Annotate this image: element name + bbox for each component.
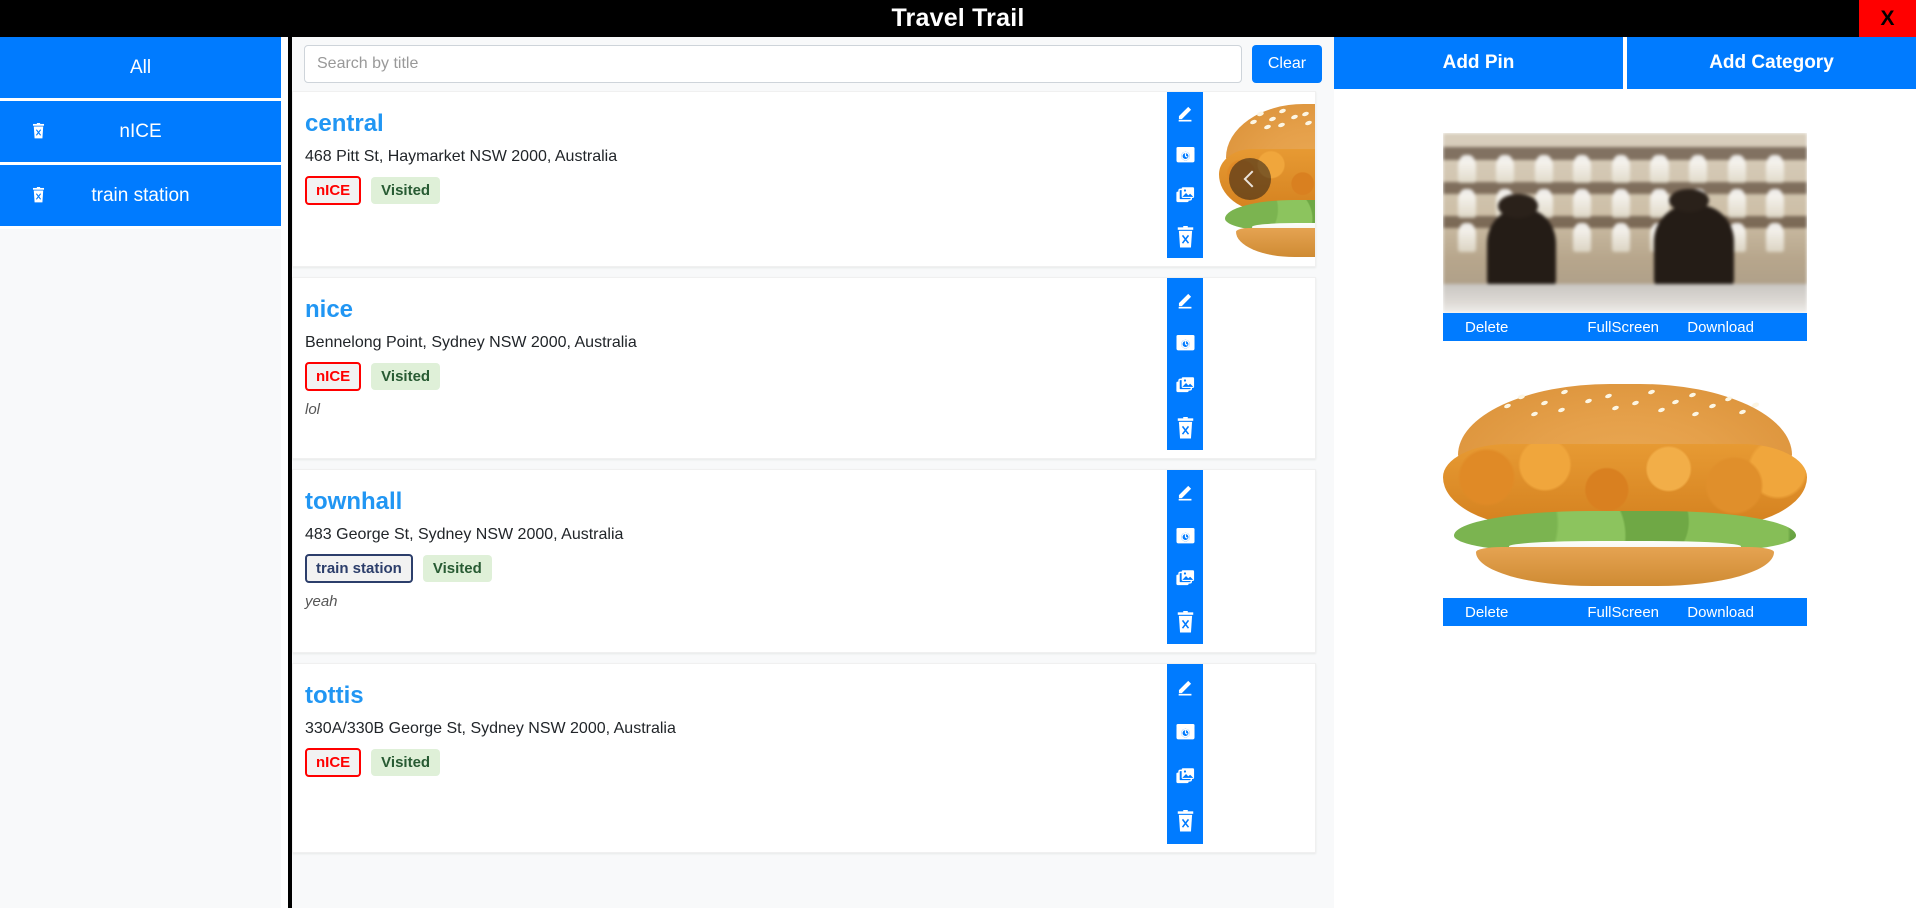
pin-action-rail: [1167, 470, 1203, 644]
pin-visited-badge: Visited: [371, 177, 441, 204]
photo-gallery: Delete FullScreen Download Delete FullScreen…: [1334, 89, 1916, 626]
sidebar-category-train-station[interactable]: train station: [0, 165, 281, 229]
gallery-delete-button[interactable]: Delete: [1443, 598, 1563, 626]
gallery-card-actions: Delete FullScreen Download: [1443, 598, 1807, 626]
clear-search-button[interactable]: Clear: [1252, 45, 1322, 83]
pin-edit-icon[interactable]: [1167, 92, 1203, 134]
pin-address: 330A/330B George St, Sydney NSW 2000, Au…: [305, 720, 676, 737]
pin-edit-icon[interactable]: [1167, 470, 1203, 514]
burger-illustration: [1443, 368, 1807, 598]
carousel-prev-icon[interactable]: [1229, 158, 1271, 200]
sidebar-category-label: nICE: [119, 120, 162, 142]
pin-category-badge: nICE: [305, 176, 362, 205]
gallery-image[interactable]: [1443, 133, 1807, 313]
pin-category-badge: nICE: [305, 362, 362, 391]
gallery-fullscreen-button[interactable]: FullScreen: [1563, 598, 1683, 626]
pin-category-badge: nICE: [305, 748, 362, 777]
add-category-button[interactable]: Add Category: [1627, 37, 1916, 89]
pins-list: central 468 Pitt St, Haymarket NSW 2000, …: [292, 91, 1316, 853]
pin-card: tottis 330A/330B George St, Sydney NSW 20…: [292, 663, 1316, 853]
pin-edit-icon[interactable]: [1167, 278, 1203, 321]
pins-panel: Clear central 468 Pitt St, Haymarket NSW …: [288, 37, 1352, 908]
pin-trash-icon[interactable]: [1167, 217, 1203, 259]
pin-trash-icon[interactable]: [1167, 601, 1203, 645]
gallery-download-button[interactable]: Download: [1683, 313, 1807, 341]
pin-visited-badge: Visited: [422, 555, 492, 582]
pin-title-link[interactable]: nice: [305, 296, 353, 324]
pin-badges: nICE Visited: [305, 176, 993, 205]
pin-visited-badge: Visited: [371, 749, 441, 776]
pin-gallery-icon[interactable]: [1167, 175, 1203, 217]
gallery-card: Delete FullScreen Download: [1443, 368, 1807, 626]
close-window-button[interactable]: X: [1859, 0, 1916, 37]
right-panel: Add Pin Add Category Delete FullScreen Down…: [1334, 37, 1916, 908]
gallery-fullscreen-button[interactable]: FullScreen: [1563, 313, 1683, 341]
gallery-delete-button[interactable]: Delete: [1443, 313, 1563, 341]
gallery-download-button[interactable]: Download: [1683, 598, 1807, 626]
pin-badges: nICE Visited: [305, 748, 993, 777]
sidebar-category-label: All: [129, 56, 152, 78]
pin-camera-icon[interactable]: [1167, 514, 1203, 558]
pin-details: townhall 483 George St, Sydney NSW 2000, …: [293, 470, 1005, 620]
pin-title-link[interactable]: central: [305, 110, 384, 138]
pin-camera-icon[interactable]: [1167, 321, 1203, 364]
window-titlebar: Travel Trail X: [0, 0, 1916, 37]
add-pin-button[interactable]: Add Pin: [1334, 37, 1623, 89]
pin-edit-icon[interactable]: [1167, 664, 1203, 709]
pin-trash-icon[interactable]: [1167, 799, 1203, 844]
pin-note: yeah: [305, 593, 338, 610]
pin-camera-icon[interactable]: [1167, 134, 1203, 176]
pin-category-badge: train station: [305, 554, 413, 583]
sidebar-category-all[interactable]: All: [0, 37, 281, 101]
pin-gallery-icon[interactable]: [1167, 754, 1203, 799]
pin-badges: nICE Visited: [305, 362, 993, 391]
pin-details: tottis 330A/330B George St, Sydney NSW 20…: [293, 664, 1005, 787]
pin-note: lol: [305, 401, 321, 418]
pin-action-rail: [1167, 278, 1203, 450]
search-input[interactable]: [304, 45, 1242, 83]
right-panel-actions: Add Pin Add Category: [1334, 37, 1916, 89]
pin-card: central 468 Pitt St, Haymarket NSW 2000, …: [292, 91, 1316, 267]
sidebar-category-nice[interactable]: nICE: [0, 101, 281, 165]
pin-visited-badge: Visited: [371, 363, 441, 390]
gallery-card: Delete FullScreen Download: [1443, 133, 1807, 341]
pin-action-rail: [1167, 664, 1203, 844]
pin-action-rail: [1167, 92, 1203, 258]
gallery-image[interactable]: [1443, 368, 1807, 598]
pin-gallery-icon[interactable]: [1167, 557, 1203, 601]
bar-scene-illustration: [1443, 133, 1807, 313]
delete-category-nice-icon[interactable]: [29, 122, 47, 142]
sidebar-category-label: train station: [91, 184, 190, 206]
pin-camera-icon[interactable]: [1167, 709, 1203, 754]
pin-photo[interactable]: [1219, 92, 1315, 266]
gallery-card-actions: Delete FullScreen Download: [1443, 313, 1807, 341]
pin-card: townhall 483 George St, Sydney NSW 2000, …: [292, 469, 1316, 653]
pin-address: 468 Pitt St, Haymarket NSW 2000, Austral…: [305, 148, 618, 165]
pins-list-scroll-area: central 468 Pitt St, Haymarket NSW 2000, …: [292, 91, 1334, 908]
pin-card: nice Bennelong Point, Sydney NSW 2000, Au…: [292, 277, 1316, 459]
window-title: Travel Trail: [891, 4, 1025, 32]
pin-address: 483 George St, Sydney NSW 2000, Australi…: [305, 526, 624, 543]
pin-details: nice Bennelong Point, Sydney NSW 2000, Au…: [293, 278, 1005, 428]
search-toolbar: Clear: [292, 37, 1334, 91]
pin-title-link[interactable]: tottis: [305, 682, 364, 710]
delete-category-train-station-icon[interactable]: [29, 186, 47, 206]
pin-details: central 468 Pitt St, Haymarket NSW 2000, …: [293, 92, 1005, 215]
pin-address: Bennelong Point, Sydney NSW 2000, Austra…: [305, 334, 637, 351]
pin-gallery-icon[interactable]: [1167, 364, 1203, 407]
pin-title-link[interactable]: townhall: [305, 488, 402, 516]
pin-trash-icon[interactable]: [1167, 407, 1203, 450]
pin-badges: train station Visited: [305, 554, 993, 583]
category-sidebar: All nICE train station: [0, 37, 281, 908]
